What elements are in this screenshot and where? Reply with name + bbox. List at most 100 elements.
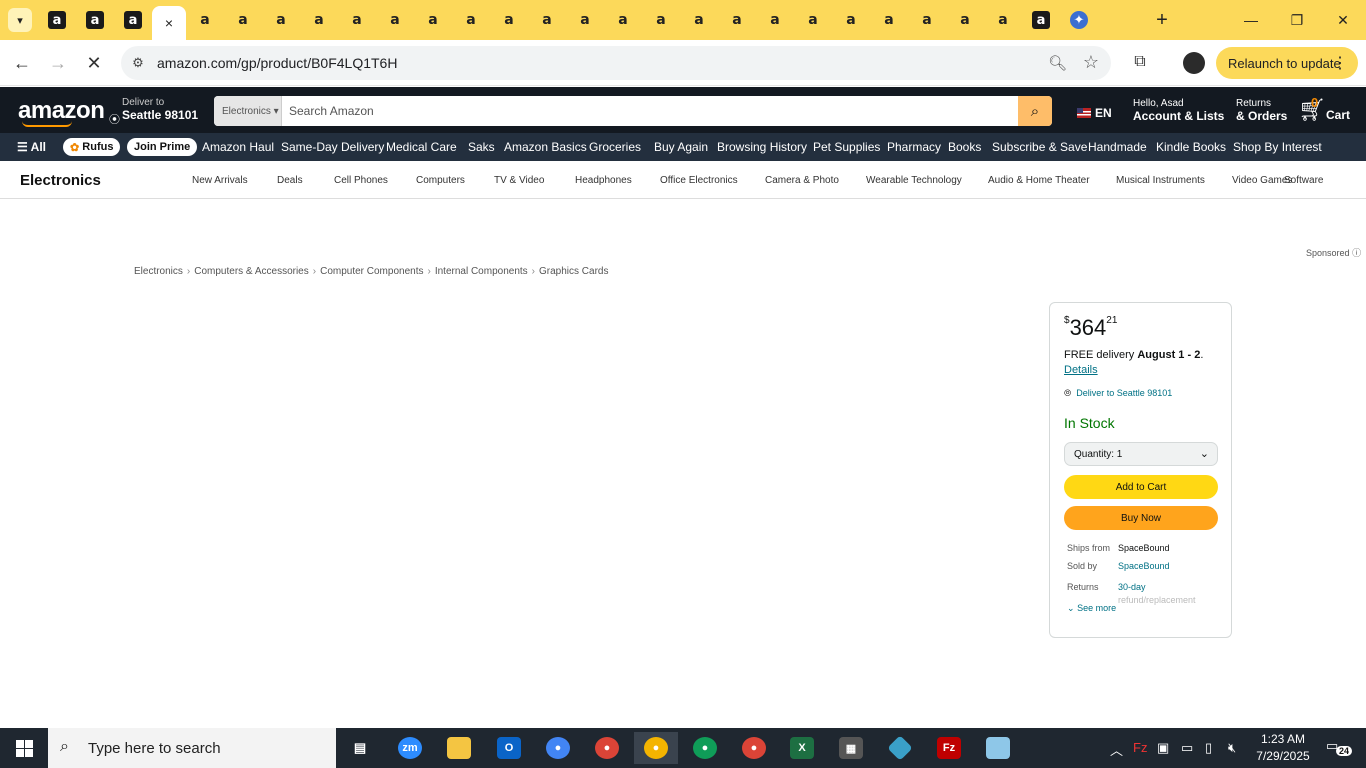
add-to-cart-button[interactable]: Add to Cart [1064,475,1218,499]
tab-amazon[interactable]: a [984,0,1022,40]
buy-now-button[interactable]: Buy Now [1064,506,1218,530]
tab-amazon[interactable]: a [756,0,794,40]
stop-loading-icon[interactable]: ✕ [82,51,106,75]
calculator-icon[interactable]: ▦ [829,732,873,764]
subnav-item[interactable]: New Arrivals [192,175,248,186]
tab-amazon[interactable]: a [832,0,870,40]
chrome-icon[interactable]: ● [732,732,776,764]
breadcrumb-item[interactable]: Electronics [134,266,183,277]
nav-item[interactable]: Saks [468,140,495,154]
subnav-item[interactable]: Cell Phones [334,175,388,186]
chrome-icon[interactable]: ● [683,732,727,764]
cart-button[interactable]: 🛒︎ 0 Cart [1298,95,1350,123]
forward-arrow-icon[interactable]: → [46,51,70,75]
network-icon[interactable]: ▯ [1205,740,1212,756]
tab-amazon[interactable]: a [604,0,642,40]
nav-item[interactable]: Shop By Interest [1233,140,1322,154]
outlook-icon[interactable]: O [487,732,531,764]
rufus-button[interactable]: ✿ Rufus [63,138,121,156]
subnav-item[interactable]: Deals [277,175,303,186]
subnav-title[interactable]: Electronics [20,172,101,189]
account-and-lists[interactable]: Hello, Asad Account & Lists [1133,98,1224,123]
tab-amazon[interactable]: a [414,0,452,40]
url-text[interactable]: amazon.com/gp/product/B0F4LQ1T6H [157,55,397,71]
tab-amazon[interactable]: a [224,0,262,40]
clock[interactable]: 1:23 AM 7/29/2025 [1253,731,1313,765]
see-more-toggle[interactable]: ⌄ See more [1067,603,1121,614]
filezilla-icon[interactable]: Fz [927,732,971,764]
zoom-app-icon[interactable]: zm [388,732,432,764]
tab-amazon[interactable]: a [490,0,528,40]
filezilla-tray-icon[interactable]: Fz [1133,740,1147,755]
notepad-icon[interactable] [976,732,1020,764]
nav-item[interactable]: Browsing History [717,140,807,154]
tab-amazon[interactable]: a [870,0,908,40]
tab-amazon[interactable]: a [38,0,76,40]
tab-amazon[interactable]: a [528,0,566,40]
breadcrumb-item[interactable]: Computer Components [320,266,423,277]
tab-amazon[interactable]: a [376,0,414,40]
tab-amazon[interactable]: a [114,0,152,40]
tab-amazon[interactable]: a [718,0,756,40]
nav-item[interactable]: Kindle Books [1156,140,1226,154]
join-prime-button[interactable]: Join Prime [127,138,198,156]
nav-item[interactable]: Pet Supplies [813,140,880,154]
tab-amazon[interactable]: a [566,0,604,40]
bookmark-star-icon[interactable]: ☆ [1083,52,1099,73]
volume-muted-icon[interactable]: 🔇︎ [1228,740,1236,756]
language-selector[interactable]: EN [1077,106,1112,120]
search-icon[interactable]: ⌕ [1018,96,1052,126]
minimize-button[interactable]: — [1228,0,1274,40]
taskbar-search-box[interactable]: ⌕ Type here to search [48,728,336,768]
tab-amazon[interactable]: a [300,0,338,40]
details-link[interactable]: Details [1064,364,1098,376]
tab-amazon[interactable]: a [338,0,376,40]
profile-avatar[interactable] [1183,52,1205,74]
chrome-active-icon[interactable]: ● [634,732,678,764]
returns-link[interactable]: 30-day [1118,582,1146,592]
task-view-icon[interactable]: ▤ [338,732,382,764]
breadcrumb-item[interactable]: Computers & Accessories [194,266,309,277]
tab-amazon[interactable]: a [642,0,680,40]
app-diamond-icon[interactable] [878,732,922,764]
new-tab-button[interactable]: + [1150,8,1174,32]
tab-other[interactable]: ✦ [1060,0,1098,40]
extensions-puzzle-icon[interactable]: ⧉ [1129,51,1151,73]
nav-item[interactable]: Books [948,140,981,154]
subnav-item[interactable]: Headphones [575,175,632,186]
sponsored-label[interactable]: Sponsored ⓘ [1306,246,1361,259]
address-bar[interactable]: ⚙ amazon.com/gp/product/B0F4LQ1T6H 🔍︎ ☆ [121,46,1111,80]
deliver-to-link[interactable]: ⦾ Deliver to Seattle 98101 [1064,388,1172,399]
display-tray-icon[interactable]: ▣ [1157,740,1169,756]
subnav-item[interactable]: Software [1284,175,1323,186]
chrome-icon[interactable]: ● [585,732,629,764]
breadcrumb-item[interactable]: Graphics Cards [539,266,608,277]
tab-amazon[interactable]: a [76,0,114,40]
returns-and-orders[interactable]: Returns & Orders [1236,98,1287,123]
subnav-item[interactable]: Camera & Photo [765,175,839,186]
tab-amazon[interactable]: a [1022,0,1060,40]
subnav-item[interactable]: Office Electronics [660,175,738,186]
nav-item[interactable]: Groceries [589,140,641,154]
subnav-item[interactable]: Musical Instruments [1116,175,1205,186]
sold-by-link[interactable]: SpaceBound [1118,561,1170,571]
notifications-button[interactable]: ▭ 24 [1326,738,1353,756]
start-button[interactable] [0,728,48,768]
tab-amazon[interactable]: a [908,0,946,40]
chrome-icon[interactable]: ● [536,732,580,764]
tab-active[interactable]: × [152,6,186,40]
close-window-button[interactable]: ✕ [1320,0,1366,40]
tab-search-chevron-down-icon[interactable]: ▾ [8,8,32,32]
file-explorer-icon[interactable] [437,732,481,764]
nav-item[interactable]: Medical Care [386,140,457,154]
tab-amazon[interactable]: a [262,0,300,40]
subnav-item[interactable]: Wearable Technology [866,175,962,186]
zoom-icon[interactable]: 🔍︎ [1048,54,1067,72]
nav-item[interactable]: Amazon Basics [504,140,587,154]
tab-amazon[interactable]: a [186,0,224,40]
breadcrumb-item[interactable]: Internal Components [435,266,528,277]
back-arrow-icon[interactable]: ← [10,51,34,75]
subnav-item[interactable]: Computers [416,175,465,186]
subnav-item[interactable]: TV & Video [494,175,544,186]
site-settings-icon[interactable]: ⚙ [129,54,147,72]
